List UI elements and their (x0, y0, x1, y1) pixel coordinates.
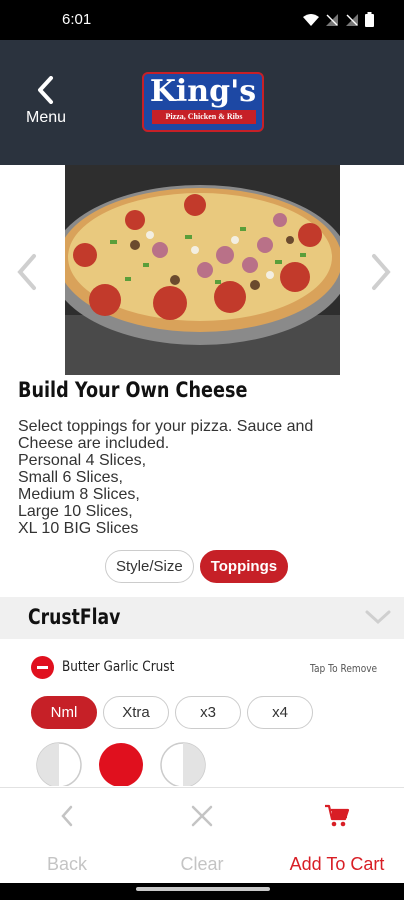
chevron-left-icon (38, 76, 53, 104)
chevron-right-icon (372, 254, 391, 290)
portion-selector (36, 742, 226, 786)
kings-logo: King's Pizza, Chicken & Ribs (142, 72, 264, 132)
clear-label: Clear (180, 854, 224, 874)
clear-button[interactable]: Clear (134, 788, 270, 884)
quantity-option-xtra[interactable]: Xtra (103, 696, 169, 729)
menu-button[interactable]: Menu (18, 76, 74, 136)
close-icon (191, 805, 213, 827)
topping-name: Butter Garlic Crust (62, 659, 175, 675)
quantity-option-x4[interactable]: x4 (247, 696, 313, 729)
chevron-left-icon (17, 254, 36, 290)
product-image (65, 165, 340, 375)
status-time: 6:01 (62, 11, 92, 28)
tap-to-remove-label[interactable]: Tap To Remove (310, 662, 377, 675)
status-icons (303, 12, 374, 27)
back-button[interactable]: Back (0, 788, 134, 884)
right-half-icon (160, 742, 206, 786)
signal-icon (326, 13, 338, 26)
whole-pizza-button[interactable] (98, 742, 144, 786)
home-gesture-handle[interactable] (136, 887, 270, 891)
tab-style-size[interactable]: Style/Size (105, 550, 194, 583)
previous-image-button[interactable] (12, 252, 42, 292)
status-bar: 6:01 (0, 0, 404, 40)
section-title: CrustFlav (28, 605, 121, 629)
whole-pizza-icon (99, 743, 143, 786)
description-line: Medium 8 Slices, (18, 486, 140, 503)
topping-row[interactable]: Butter Garlic Crust Tap To Remove (0, 645, 404, 691)
next-image-button[interactable] (366, 252, 396, 292)
product-description: Select toppings for your pizza. Sauce an… (18, 418, 388, 537)
system-nav-bar (0, 883, 404, 900)
left-half-button[interactable] (36, 742, 82, 786)
remove-icon[interactable] (31, 656, 54, 679)
signal-icon (346, 13, 358, 26)
description-line: XL 10 BIG Slices (18, 520, 139, 537)
add-to-cart-label: Add To Cart (289, 854, 385, 874)
tab-toppings[interactable]: Toppings (199, 550, 289, 583)
option-tabs: Style/Size Toppings (105, 550, 289, 583)
logo-wordmark: King's (149, 74, 257, 109)
bottom-action-bar: Back Clear Add To Cart (0, 787, 404, 883)
quantity-options: Nml Xtra x3 x4 (31, 696, 313, 729)
battery-icon (365, 12, 374, 27)
section-header-crustflav[interactable]: CrustFlav (0, 597, 404, 639)
quantity-option-nml[interactable]: Nml (31, 696, 97, 729)
right-half-button[interactable] (160, 742, 206, 786)
product-title: Build Your Own Cheese (18, 378, 248, 402)
menu-label: Menu (25, 109, 67, 126)
back-label: Back (46, 854, 88, 874)
description-line: Large 10 Slices, (18, 503, 133, 520)
chevron-left-icon (61, 805, 73, 827)
app-header: Menu King's Pizza, Chicken & Ribs (0, 40, 404, 165)
add-to-cart-button[interactable]: Add To Cart (270, 788, 404, 884)
description-line: Select toppings for your pizza. Sauce an… (18, 418, 314, 435)
quantity-option-x3[interactable]: x3 (175, 696, 241, 729)
description-line: Personal 4 Slices, (18, 452, 147, 469)
chevron-down-icon (365, 610, 391, 625)
left-half-icon (36, 742, 82, 786)
logo-subtitle: Pizza, Chicken & Ribs (152, 110, 256, 124)
cart-icon (325, 804, 350, 827)
wifi-icon (303, 13, 319, 26)
description-line: Cheese are included. (18, 435, 170, 452)
description-line: Small 6 Slices, (18, 469, 123, 486)
